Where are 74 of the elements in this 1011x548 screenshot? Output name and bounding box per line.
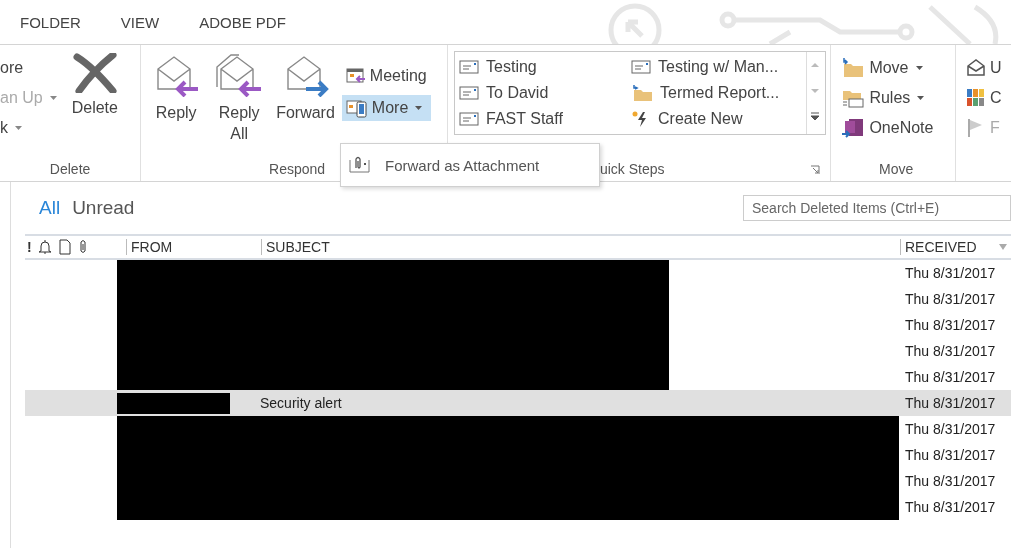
table-cell-text: Thu 8/31/2017 bbox=[905, 473, 997, 489]
close-icon bbox=[72, 53, 117, 93]
table-cell-text: Thu 8/31/2017 bbox=[905, 317, 997, 333]
quick-step[interactable]: Testing w/ Man... bbox=[631, 54, 803, 80]
mail-card-icon bbox=[459, 60, 480, 74]
mail-card-icon bbox=[631, 60, 652, 74]
color-grid-icon bbox=[966, 88, 986, 108]
notebook-icon bbox=[841, 118, 866, 138]
table-cell: Security alert bbox=[260, 395, 342, 411]
ribbon-tab[interactable]: VIEW bbox=[120, 13, 160, 31]
folder-icon bbox=[841, 58, 866, 78]
table-cell-text: Thu 8/31/2017 bbox=[905, 395, 997, 411]
ribbon-button[interactable]: Reply All bbox=[205, 51, 274, 161]
message-row[interactable]: Thu 8/31/2017 bbox=[25, 416, 1011, 442]
calendar-phone-icon bbox=[345, 98, 368, 118]
mail-card-icon bbox=[459, 112, 480, 126]
message-row[interactable]: Thu 8/31/2017 bbox=[25, 312, 1011, 338]
menu-item[interactable]: Forward as Attachment bbox=[341, 156, 548, 174]
message-row[interactable]: Thu 8/31/2017 bbox=[25, 286, 1011, 312]
ribbon-command[interactable]: k bbox=[0, 115, 57, 141]
bell-icon[interactable] bbox=[36, 239, 53, 255]
ribbon-button[interactable]: Reply bbox=[147, 51, 206, 161]
document-icon[interactable] bbox=[57, 239, 72, 255]
mail-card-icon bbox=[459, 86, 480, 100]
folder-rules-icon bbox=[841, 88, 866, 108]
envelope-icon bbox=[966, 59, 986, 77]
column-header[interactable]: RECEIVED bbox=[900, 239, 993, 255]
column-header[interactable]: ! bbox=[27, 239, 32, 255]
ribbon-command[interactable]: OneNote bbox=[837, 115, 938, 141]
paperclip-icon bbox=[349, 156, 371, 174]
group-label: Respond bbox=[269, 161, 326, 179]
folder-icon bbox=[631, 84, 654, 102]
dialog-launcher-icon[interactable] bbox=[810, 165, 821, 175]
table-cell-text: Thu 8/31/2017 bbox=[905, 447, 997, 463]
ribbon-command[interactable]: Move bbox=[837, 55, 938, 81]
ribbon-tab[interactable]: FOLDER bbox=[20, 13, 81, 31]
ribbon-command[interactable]: C bbox=[962, 85, 1011, 111]
message-row[interactable]: Security alert Thu 8/31/2017 bbox=[25, 390, 1011, 416]
delete-button[interactable]: Delete bbox=[68, 51, 121, 161]
calendar-icon bbox=[345, 67, 366, 85]
ribbon-button[interactable]: Forward bbox=[273, 51, 338, 161]
ribbon-command[interactable]: U bbox=[962, 55, 1011, 81]
ribbon-command[interactable]: ore bbox=[0, 55, 57, 81]
group-label: Delete bbox=[49, 161, 91, 179]
ribbon-command[interactable]: Rules bbox=[837, 85, 938, 111]
group-label: Move bbox=[879, 161, 914, 179]
column-header[interactable]: SUBJECT bbox=[261, 239, 900, 255]
filter-tab[interactable]: All bbox=[39, 197, 61, 219]
message-row[interactable]: Thu 8/31/2017 bbox=[25, 442, 1011, 468]
table-cell-text: Thu 8/31/2017 bbox=[905, 265, 997, 281]
search-field[interactable]: Search Deleted Items (Ctrl+E) bbox=[743, 195, 1011, 221]
table-cell-text: Thu 8/31/2017 bbox=[905, 421, 997, 437]
quick-step[interactable]: FAST Staff bbox=[459, 106, 632, 132]
sort-arrow-icon[interactable] bbox=[999, 244, 1007, 250]
message-row[interactable]: Thu 8/31/2017 bbox=[25, 260, 1011, 286]
column-header[interactable]: FROM bbox=[126, 239, 261, 255]
ribbon-tab[interactable]: ADOBE PDF bbox=[199, 13, 286, 31]
table-cell-text: Thu 8/31/2017 bbox=[905, 291, 997, 307]
quick-step[interactable]: Termed Report... bbox=[631, 80, 803, 106]
caret-icon bbox=[415, 106, 423, 110]
meeting-button[interactable]: Meeting bbox=[341, 63, 431, 89]
table-cell-text: Thu 8/31/2017 bbox=[905, 369, 997, 385]
quick-step[interactable]: To David bbox=[459, 80, 632, 106]
message-row[interactable]: Thu 8/31/2017 bbox=[25, 364, 1011, 390]
quick-step[interactable]: Testing bbox=[459, 54, 632, 80]
group-label: uick Steps bbox=[599, 161, 665, 179]
message-row[interactable]: Thu 8/31/2017 bbox=[25, 338, 1011, 364]
quick-step[interactable]: Create New bbox=[631, 106, 803, 132]
table-cell-text: Thu 8/31/2017 bbox=[905, 499, 997, 515]
message-row[interactable]: Thu 8/31/2017 bbox=[25, 494, 1011, 520]
table-cell-text: Thu 8/31/2017 bbox=[905, 343, 997, 359]
message-row[interactable]: Thu 8/31/2017 bbox=[25, 468, 1011, 494]
filter-tab[interactable]: Unread bbox=[72, 197, 135, 219]
more-button[interactable]: More bbox=[341, 95, 431, 121]
